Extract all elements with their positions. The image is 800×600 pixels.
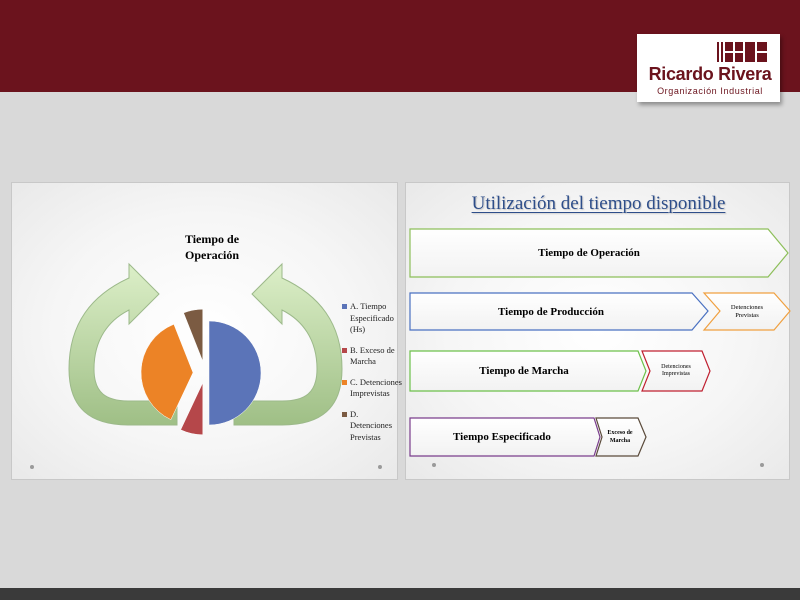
legend-item-c: C. Detenciones Imprevistas [342, 377, 402, 400]
label-detenciones-imprevistas: Detenciones Imprevistas [661, 363, 691, 378]
pie-slice-d [183, 308, 204, 362]
label-tiempo-operacion: Tiempo de Operación [538, 247, 640, 259]
legend-item-b: B. Exceso de Marcha [342, 345, 402, 368]
pie-title: Tiempo de Operación [184, 232, 240, 262]
label-tiempo-marcha: Tiempo de Marcha [479, 365, 569, 377]
label-exceso-marcha: Exceso de Marcha [607, 430, 633, 444]
legend-swatch-d [342, 411, 347, 417]
legend-swatch-c [342, 379, 347, 385]
legend-label-b: B. Exceso de Marcha [350, 344, 395, 367]
slide-dot [432, 463, 436, 467]
brand-mark-icon [717, 42, 767, 62]
legend-label-c: C. Detenciones Imprevistas [350, 376, 402, 399]
legend-item-a: A. Tiempo Especificado (Hs) [342, 301, 402, 336]
footer-bar [0, 588, 800, 600]
label-detenciones-previstas: Detenciones Previstas [730, 303, 764, 319]
cycle-arrows [68, 262, 343, 436]
brand-logo: Ricardo Rivera Organización Industrial [637, 34, 780, 102]
label-tiempo-especificado: Tiempo Especificado [453, 431, 551, 443]
slide-dot [30, 465, 34, 469]
label-tiempo-produccion: Tiempo de Producción [498, 305, 604, 318]
slide-dot [760, 463, 764, 467]
time-utilization-slide: Utilización del tiempo disponible Tiempo… [405, 182, 791, 480]
brand-name: Ricardo Rivera [648, 64, 772, 84]
pie-legend: A. Tiempo Especificado (Hs) B. Exceso de… [342, 301, 402, 452]
legend-label-a: A. Tiempo Especificado (Hs) [350, 301, 394, 334]
legend-swatch-a [342, 304, 347, 309]
legend-swatch-b [342, 347, 347, 353]
slide-dot [378, 465, 382, 469]
pie-chart-slide: Tiempo de Operación A. Tiempo Especifica… [11, 182, 402, 480]
legend-item-d: D. Detenciones Previstas [342, 409, 402, 444]
brand-subtitle: Organización Industrial [657, 86, 763, 96]
legend-label-d: D. Detenciones Previstas [350, 408, 393, 442]
